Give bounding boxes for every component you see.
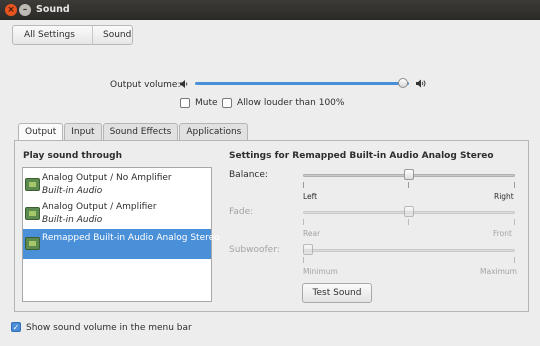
subwoofer-label: Subwoofer: <box>229 245 280 255</box>
fade-ticks <box>303 219 515 225</box>
fade-label: Fade: <box>229 207 254 217</box>
sound-card-icon <box>25 178 40 191</box>
sound-card-icon <box>25 207 40 220</box>
show-volume-label: Show sound volume in the menu bar <box>26 323 192 333</box>
breadcrumb: All Settings Sound <box>12 25 133 45</box>
speaker-low-icon <box>180 80 188 88</box>
window-title: Sound <box>36 4 70 15</box>
mute-checkbox[interactable] <box>180 98 190 108</box>
tab-applications[interactable]: Applications <box>179 123 249 140</box>
subwoofer-min-label: Minimum <box>303 267 338 276</box>
list-item[interactable]: Analog Output / No Amplifier Built-in Au… <box>23 170 211 200</box>
tab-sound-effects[interactable]: Sound Effects <box>102 123 179 140</box>
fade-left-label: Rear <box>303 229 321 238</box>
sound-breadcrumb-button[interactable]: Sound <box>93 26 131 44</box>
balance-left-label: Left <box>303 192 318 201</box>
play-sound-heading: Play sound through <box>23 151 122 161</box>
allow-louder-label: Allow louder than 100% <box>237 98 345 108</box>
list-item[interactable]: Analog Output / Amplifier Built-in Audio <box>23 199 211 229</box>
close-icon[interactable]: × <box>5 4 17 16</box>
device-subtitle: Built-in Audio <box>42 215 103 225</box>
speaker-high-icon <box>416 79 426 88</box>
subwoofer-max-label: Maximum <box>480 267 517 276</box>
balance-label: Balance: <box>229 170 268 180</box>
minimize-icon[interactable]: – <box>19 4 31 16</box>
device-name: Analog Output / No Amplifier <box>42 173 172 183</box>
output-volume-track[interactable] <box>195 82 409 85</box>
subwoofer-ticks <box>303 257 515 263</box>
output-volume-label: Output volume: <box>110 80 181 90</box>
sound-tabs: Output Input Sound Effects Applications <box>18 123 249 141</box>
device-name: Remapped Built-in Audio Analog Stereo <box>42 233 220 243</box>
allow-louder-checkbox[interactable] <box>222 98 232 108</box>
fade-right-label: Front <box>493 229 512 238</box>
balance-right-label: Right <box>494 192 514 201</box>
sound-settings-window: × – Sound All Settings Sound Output volu… <box>0 0 540 346</box>
subwoofer-slider <box>303 244 313 255</box>
tab-output[interactable]: Output <box>18 123 64 141</box>
show-volume-checkbox[interactable]: ✓ <box>11 322 21 332</box>
title-bar: × – Sound <box>0 0 540 20</box>
device-name: Analog Output / Amplifier <box>42 202 157 212</box>
test-sound-button[interactable]: Test Sound <box>302 283 372 303</box>
mute-label: Mute <box>195 98 218 108</box>
balance-slider[interactable] <box>404 169 414 180</box>
tab-input[interactable]: Input <box>64 123 102 140</box>
device-subtitle: Built-in Audio <box>42 186 103 196</box>
subwoofer-track <box>303 249 515 252</box>
sound-card-icon <box>25 237 40 250</box>
balance-ticks <box>303 182 515 188</box>
all-settings-button[interactable]: All Settings <box>13 26 93 44</box>
output-volume-slider[interactable] <box>397 78 408 88</box>
fade-slider <box>404 206 414 217</box>
list-item-selected[interactable]: Remapped Built-in Audio Analog Stereo <box>23 229 220 259</box>
output-device-list: Analog Output / No Amplifier Built-in Au… <box>22 167 220 302</box>
settings-heading: Settings for Remapped Built-in Audio Ana… <box>229 151 494 161</box>
